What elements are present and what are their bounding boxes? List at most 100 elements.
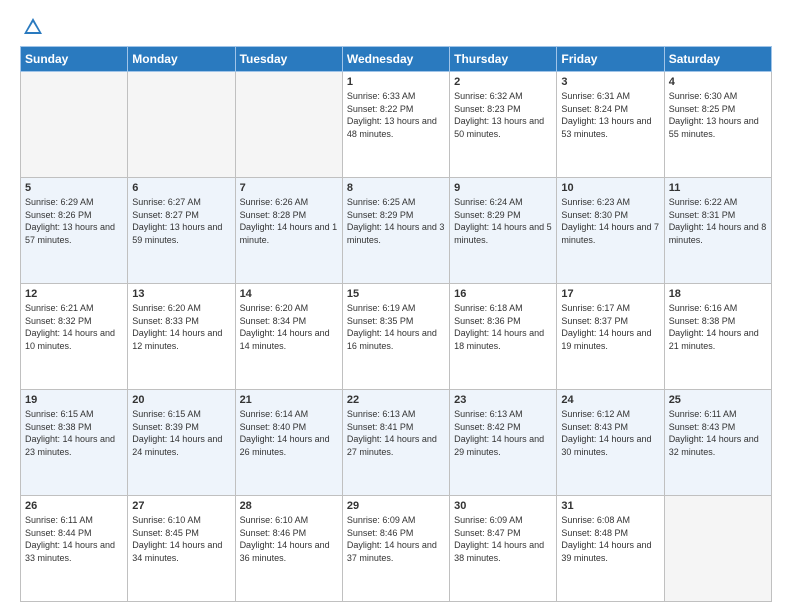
weekday-header-monday: Monday (128, 47, 235, 72)
calendar-cell (664, 496, 771, 602)
header (20, 16, 772, 38)
day-number: 24 (561, 394, 659, 406)
day-info: Sunrise: 6:32 AM Sunset: 8:23 PM Dayligh… (454, 90, 552, 140)
day-info: Sunrise: 6:09 AM Sunset: 8:47 PM Dayligh… (454, 514, 552, 564)
calendar-cell: 28 Sunrise: 6:10 AM Sunset: 8:46 PM Dayli… (235, 496, 342, 602)
day-number: 22 (347, 394, 445, 406)
day-info: Sunrise: 6:24 AM Sunset: 8:29 PM Dayligh… (454, 196, 552, 246)
day-number: 12 (25, 288, 123, 300)
day-info: Sunrise: 6:13 AM Sunset: 8:42 PM Dayligh… (454, 408, 552, 458)
calendar-header-row: SundayMondayTuesdayWednesdayThursdayFrid… (21, 47, 772, 72)
day-number: 21 (240, 394, 338, 406)
day-number: 29 (347, 500, 445, 512)
day-info: Sunrise: 6:12 AM Sunset: 8:43 PM Dayligh… (561, 408, 659, 458)
day-number: 2 (454, 76, 552, 88)
day-info: Sunrise: 6:13 AM Sunset: 8:41 PM Dayligh… (347, 408, 445, 458)
day-number: 1 (347, 76, 445, 88)
weekday-header-sunday: Sunday (21, 47, 128, 72)
calendar-cell: 2 Sunrise: 6:32 AM Sunset: 8:23 PM Daylig… (450, 72, 557, 178)
day-number: 19 (25, 394, 123, 406)
day-number: 8 (347, 182, 445, 194)
calendar-cell: 4 Sunrise: 6:30 AM Sunset: 8:25 PM Daylig… (664, 72, 771, 178)
day-info: Sunrise: 6:20 AM Sunset: 8:34 PM Dayligh… (240, 302, 338, 352)
day-info: Sunrise: 6:16 AM Sunset: 8:38 PM Dayligh… (669, 302, 767, 352)
day-number: 6 (132, 182, 230, 194)
calendar-cell: 17Sunrise: 6:17 AM Sunset: 8:37 PM Dayli… (557, 284, 664, 390)
calendar-cell: 31Sunrise: 6:08 AM Sunset: 8:48 PM Dayli… (557, 496, 664, 602)
week-row-4: 26 Sunrise: 6:11 AM Sunset: 8:44 PM Dayli… (21, 496, 772, 602)
day-info: Sunrise: 6:10 AM Sunset: 8:46 PM Dayligh… (240, 514, 338, 564)
day-number: 9 (454, 182, 552, 194)
day-number: 10 (561, 182, 659, 194)
logo-icon (22, 16, 44, 38)
weekday-header-friday: Friday (557, 47, 664, 72)
weekday-header-thursday: Thursday (450, 47, 557, 72)
day-number: 18 (669, 288, 767, 300)
week-row-2: 12 Sunrise: 6:21 AM Sunset: 8:32 PM Dayli… (21, 284, 772, 390)
weekday-header-tuesday: Tuesday (235, 47, 342, 72)
calendar-cell: 24 Sunrise: 6:12 AM Sunset: 8:43 PM Dayli… (557, 390, 664, 496)
day-number: 28 (240, 500, 338, 512)
calendar-cell: 13Sunrise: 6:20 AM Sunset: 8:33 PM Dayli… (128, 284, 235, 390)
calendar-cell: 20 Sunrise: 6:15 AM Sunset: 8:39 PM Dayli… (128, 390, 235, 496)
day-info: Sunrise: 6:29 AM Sunset: 8:26 PM Dayligh… (25, 196, 123, 246)
day-number: 14 (240, 288, 338, 300)
day-info: Sunrise: 6:23 AM Sunset: 8:30 PM Dayligh… (561, 196, 659, 246)
calendar-cell: 30 Sunrise: 6:09 AM Sunset: 8:47 PM Dayli… (450, 496, 557, 602)
calendar: SundayMondayTuesdayWednesdayThursdayFrid… (20, 46, 772, 602)
weekday-header-saturday: Saturday (664, 47, 771, 72)
day-info: Sunrise: 6:15 AM Sunset: 8:39 PM Dayligh… (132, 408, 230, 458)
week-row-0: 1Sunrise: 6:33 AM Sunset: 8:22 PM Daylig… (21, 72, 772, 178)
day-info: Sunrise: 6:11 AM Sunset: 8:44 PM Dayligh… (25, 514, 123, 564)
day-info: Sunrise: 6:15 AM Sunset: 8:38 PM Dayligh… (25, 408, 123, 458)
calendar-cell: 18 Sunrise: 6:16 AM Sunset: 8:38 PM Dayli… (664, 284, 771, 390)
day-info: Sunrise: 6:31 AM Sunset: 8:24 PM Dayligh… (561, 90, 659, 140)
calendar-cell: 27Sunrise: 6:10 AM Sunset: 8:45 PM Dayli… (128, 496, 235, 602)
calendar-cell: 8 Sunrise: 6:25 AM Sunset: 8:29 PM Daylig… (342, 178, 449, 284)
calendar-cell (235, 72, 342, 178)
calendar-cell: 9 Sunrise: 6:24 AM Sunset: 8:29 PM Daylig… (450, 178, 557, 284)
day-number: 11 (669, 182, 767, 194)
day-number: 20 (132, 394, 230, 406)
calendar-cell: 29 Sunrise: 6:09 AM Sunset: 8:46 PM Dayli… (342, 496, 449, 602)
week-row-3: 19 Sunrise: 6:15 AM Sunset: 8:38 PM Dayli… (21, 390, 772, 496)
day-number: 23 (454, 394, 552, 406)
day-info: Sunrise: 6:30 AM Sunset: 8:25 PM Dayligh… (669, 90, 767, 140)
calendar-cell: 25Sunrise: 6:11 AM Sunset: 8:43 PM Dayli… (664, 390, 771, 496)
calendar-cell: 19 Sunrise: 6:15 AM Sunset: 8:38 PM Dayli… (21, 390, 128, 496)
calendar-cell: 16 Sunrise: 6:18 AM Sunset: 8:36 PM Dayli… (450, 284, 557, 390)
logo (20, 16, 46, 38)
week-row-1: 5Sunrise: 6:29 AM Sunset: 8:26 PM Daylig… (21, 178, 772, 284)
day-info: Sunrise: 6:18 AM Sunset: 8:36 PM Dayligh… (454, 302, 552, 352)
day-info: Sunrise: 6:10 AM Sunset: 8:45 PM Dayligh… (132, 514, 230, 564)
day-number: 26 (25, 500, 123, 512)
day-number: 25 (669, 394, 767, 406)
day-number: 17 (561, 288, 659, 300)
day-number: 4 (669, 76, 767, 88)
day-number: 3 (561, 76, 659, 88)
day-number: 30 (454, 500, 552, 512)
day-info: Sunrise: 6:09 AM Sunset: 8:46 PM Dayligh… (347, 514, 445, 564)
logo-text (20, 16, 46, 38)
weekday-header-wednesday: Wednesday (342, 47, 449, 72)
calendar-cell: 5Sunrise: 6:29 AM Sunset: 8:26 PM Daylig… (21, 178, 128, 284)
day-number: 16 (454, 288, 552, 300)
calendar-cell: 6Sunrise: 6:27 AM Sunset: 8:27 PM Daylig… (128, 178, 235, 284)
day-number: 31 (561, 500, 659, 512)
calendar-cell: 11 Sunrise: 6:22 AM Sunset: 8:31 PM Dayli… (664, 178, 771, 284)
day-info: Sunrise: 6:21 AM Sunset: 8:32 PM Dayligh… (25, 302, 123, 352)
day-info: Sunrise: 6:20 AM Sunset: 8:33 PM Dayligh… (132, 302, 230, 352)
day-info: Sunrise: 6:25 AM Sunset: 8:29 PM Dayligh… (347, 196, 445, 246)
calendar-cell: 3 Sunrise: 6:31 AM Sunset: 8:24 PM Daylig… (557, 72, 664, 178)
calendar-cell: 15Sunrise: 6:19 AM Sunset: 8:35 PM Dayli… (342, 284, 449, 390)
calendar-cell (21, 72, 128, 178)
calendar-cell: 22 Sunrise: 6:13 AM Sunset: 8:41 PM Dayli… (342, 390, 449, 496)
day-info: Sunrise: 6:26 AM Sunset: 8:28 PM Dayligh… (240, 196, 338, 246)
calendar-cell: 23 Sunrise: 6:13 AM Sunset: 8:42 PM Dayli… (450, 390, 557, 496)
day-info: Sunrise: 6:22 AM Sunset: 8:31 PM Dayligh… (669, 196, 767, 246)
day-info: Sunrise: 6:19 AM Sunset: 8:35 PM Dayligh… (347, 302, 445, 352)
calendar-cell: 26 Sunrise: 6:11 AM Sunset: 8:44 PM Dayli… (21, 496, 128, 602)
day-info: Sunrise: 6:14 AM Sunset: 8:40 PM Dayligh… (240, 408, 338, 458)
calendar-cell: 12 Sunrise: 6:21 AM Sunset: 8:32 PM Dayli… (21, 284, 128, 390)
calendar-cell (128, 72, 235, 178)
